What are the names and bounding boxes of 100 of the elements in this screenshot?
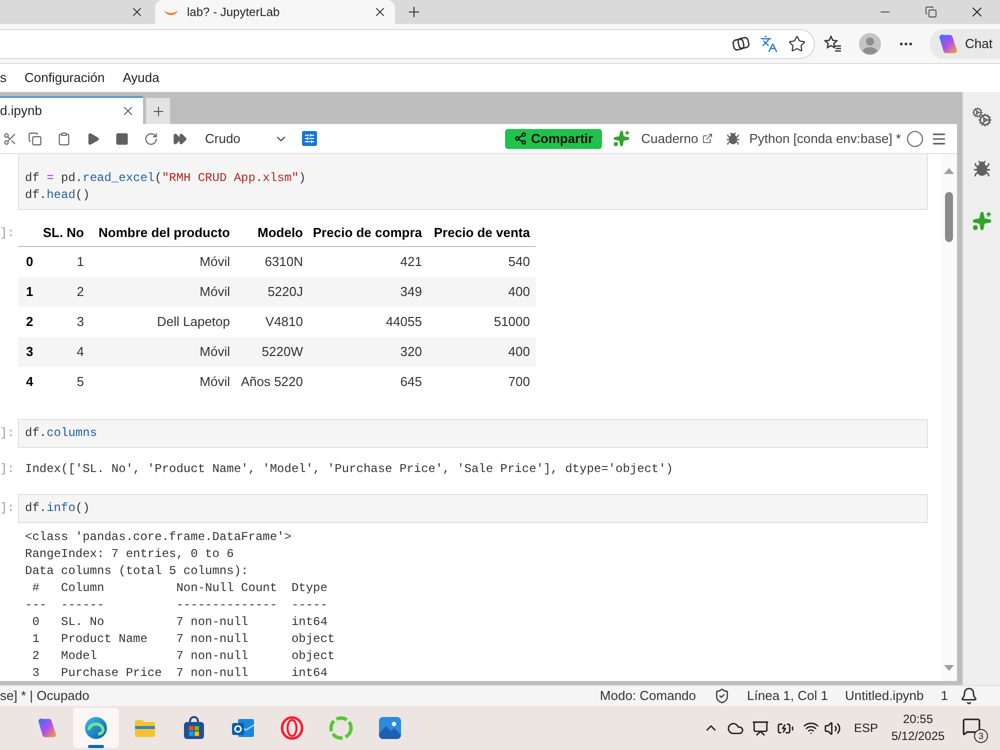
copy-icon[interactable] xyxy=(28,132,42,146)
kernel-selector[interactable]: Python [conda env:base] * xyxy=(749,128,901,148)
cell-type-dropdown[interactable]: Crudo xyxy=(195,128,293,150)
menu-icon[interactable] xyxy=(931,130,947,146)
table-cell: Móvil xyxy=(200,343,230,361)
sliders-icon[interactable] xyxy=(302,131,317,146)
cursor-position[interactable]: Línea 1, Col 1 xyxy=(747,686,828,706)
clock-date[interactable]: 5/12/2025 xyxy=(891,728,945,745)
volume-icon[interactable] xyxy=(824,720,841,736)
notebook-tab[interactable]: d.ipynb xyxy=(0,96,143,124)
table-cell: 4 xyxy=(76,343,84,361)
bell-icon[interactable] xyxy=(960,687,978,705)
menu-item[interactable]: Ayuda xyxy=(122,68,160,88)
bug-icon[interactable] xyxy=(972,160,990,178)
browser-tab[interactable]: lab? - JupyterLab xyxy=(155,0,395,24)
restart-icon[interactable] xyxy=(144,132,158,146)
share-button[interactable]: Compartir xyxy=(504,128,602,148)
table-cell: Móvil xyxy=(200,283,230,301)
table-cell: 3 xyxy=(76,313,84,331)
wifi-icon[interactable] xyxy=(802,720,819,736)
table-cell: 540 xyxy=(508,253,530,271)
table-cell: 320 xyxy=(400,343,422,361)
stop-icon[interactable] xyxy=(114,132,128,146)
fast-forward-icon[interactable] xyxy=(172,132,186,146)
circle-icon xyxy=(906,130,924,148)
cell-prompt: ]: xyxy=(0,425,14,442)
table-cell: 51000 xyxy=(494,313,530,331)
table-cell: 645 xyxy=(400,373,422,391)
code-editor[interactable]: df.columns xyxy=(18,419,928,448)
column-header: Nombre del producto xyxy=(98,224,230,242)
row-index: 3 xyxy=(26,344,34,359)
close-icon[interactable] xyxy=(373,5,387,19)
row-index: 2 xyxy=(26,314,34,329)
table-cell: 44055 xyxy=(386,313,422,331)
chat-assistant-icon xyxy=(36,717,58,739)
sparkle-icon[interactable] xyxy=(972,211,992,231)
play-icon[interactable] xyxy=(86,132,100,146)
mode-status[interactable]: Modo: Comando xyxy=(600,686,696,706)
bug-icon[interactable] xyxy=(726,132,740,146)
code-editor[interactable]: df.info() xyxy=(18,494,928,523)
chat-assistant-icon xyxy=(937,32,959,54)
shield-icon[interactable] xyxy=(714,688,730,704)
menu-item[interactable]: s xyxy=(0,68,6,88)
cell-prompt: ]: xyxy=(0,225,14,242)
language-indicator[interactable]: ESP xyxy=(854,719,878,737)
chat-button[interactable]: Chat xyxy=(930,28,1000,58)
output-text: <class 'pandas.core.frame.DataFrame'> RangeIndex: 7 entries, 0 to 6 Data columns (total 5 columns): # Column Non-Null Count Dtype --- ------ -------------- ----- 0 SL. No 7 non-null int64 1 Product Name 7 non-null object 2 Model 7 non-null object 3 Purchase Price 7 non-null int64 xyxy=(25,529,335,681)
column-header: Precio de venta xyxy=(434,224,530,242)
row-index: 4 xyxy=(26,374,34,389)
star-list-icon[interactable] xyxy=(824,34,842,52)
translate-icon[interactable] xyxy=(760,34,778,52)
kernel-status: se] * | Ocupado xyxy=(0,687,90,706)
close-icon[interactable] xyxy=(121,104,135,118)
new-tab-button[interactable] xyxy=(146,98,170,124)
output-text: Index(['SL. No', 'Product Name', 'Model', 'Purchase Price', 'Sale Price'], dtype='object') xyxy=(25,461,674,478)
restore-icon[interactable] xyxy=(925,6,937,18)
avatar-icon[interactable] xyxy=(859,32,881,54)
notebook-link[interactable]: Cuaderno xyxy=(641,128,714,148)
table-cell: 2 xyxy=(76,283,84,301)
code-line: df.columns xyxy=(25,425,98,442)
menu-item[interactable]: Configuración xyxy=(24,68,105,88)
scrollbar-thumb[interactable] xyxy=(945,192,953,242)
notification-badge: 3 xyxy=(974,729,988,743)
column-header: SL. No xyxy=(42,224,84,242)
file-name[interactable]: Untitled.ipynb xyxy=(844,686,924,706)
table-cell: 349 xyxy=(400,283,422,301)
notification-count[interactable]: 1 xyxy=(940,686,948,706)
row-index: 1 xyxy=(26,284,34,299)
new-tab-icon[interactable] xyxy=(406,4,422,20)
gears-icon[interactable] xyxy=(972,107,992,127)
cell-prompt: ]: xyxy=(0,500,14,517)
table-cell: 421 xyxy=(400,253,422,271)
share-icon xyxy=(514,132,527,145)
browser-icon xyxy=(84,716,108,740)
table-cell: Móvil xyxy=(200,373,230,391)
table-cell: V4810 xyxy=(265,313,303,331)
clipboard-icon[interactable] xyxy=(56,132,70,146)
table-cell: 1 xyxy=(76,253,84,271)
plus-icon xyxy=(150,104,166,118)
table-cell: 400 xyxy=(508,283,530,301)
code-editor[interactable]: df = pd.read_excel("RMH CRUD App.xlsm") df.head() xyxy=(18,154,928,210)
scissors-icon[interactable] xyxy=(3,132,17,146)
screen-icon[interactable] xyxy=(752,720,769,736)
clock-time[interactable]: 20:55 xyxy=(902,711,934,728)
column-header: Precio de compra xyxy=(312,224,422,242)
code-line: df.info() xyxy=(25,500,90,517)
overlapping-squares-icon[interactable] xyxy=(732,34,750,52)
table-cell: 700 xyxy=(508,373,530,391)
close-icon[interactable] xyxy=(130,5,144,19)
picture-icon xyxy=(378,716,402,740)
external-link-icon xyxy=(702,133,714,144)
star-icon[interactable] xyxy=(788,34,806,52)
taskbar-button[interactable] xyxy=(73,708,119,748)
code-line: df = pd.read_excel("RMH CRUD App.xlsm") xyxy=(25,170,306,187)
ring-logo-icon xyxy=(280,716,304,740)
table-cell: 6310N xyxy=(264,253,303,271)
message-icon[interactable] xyxy=(962,717,981,736)
address-field[interactable] xyxy=(0,28,815,58)
table-cell: 5220J xyxy=(268,283,303,301)
sparkle-icon[interactable] xyxy=(613,130,630,147)
